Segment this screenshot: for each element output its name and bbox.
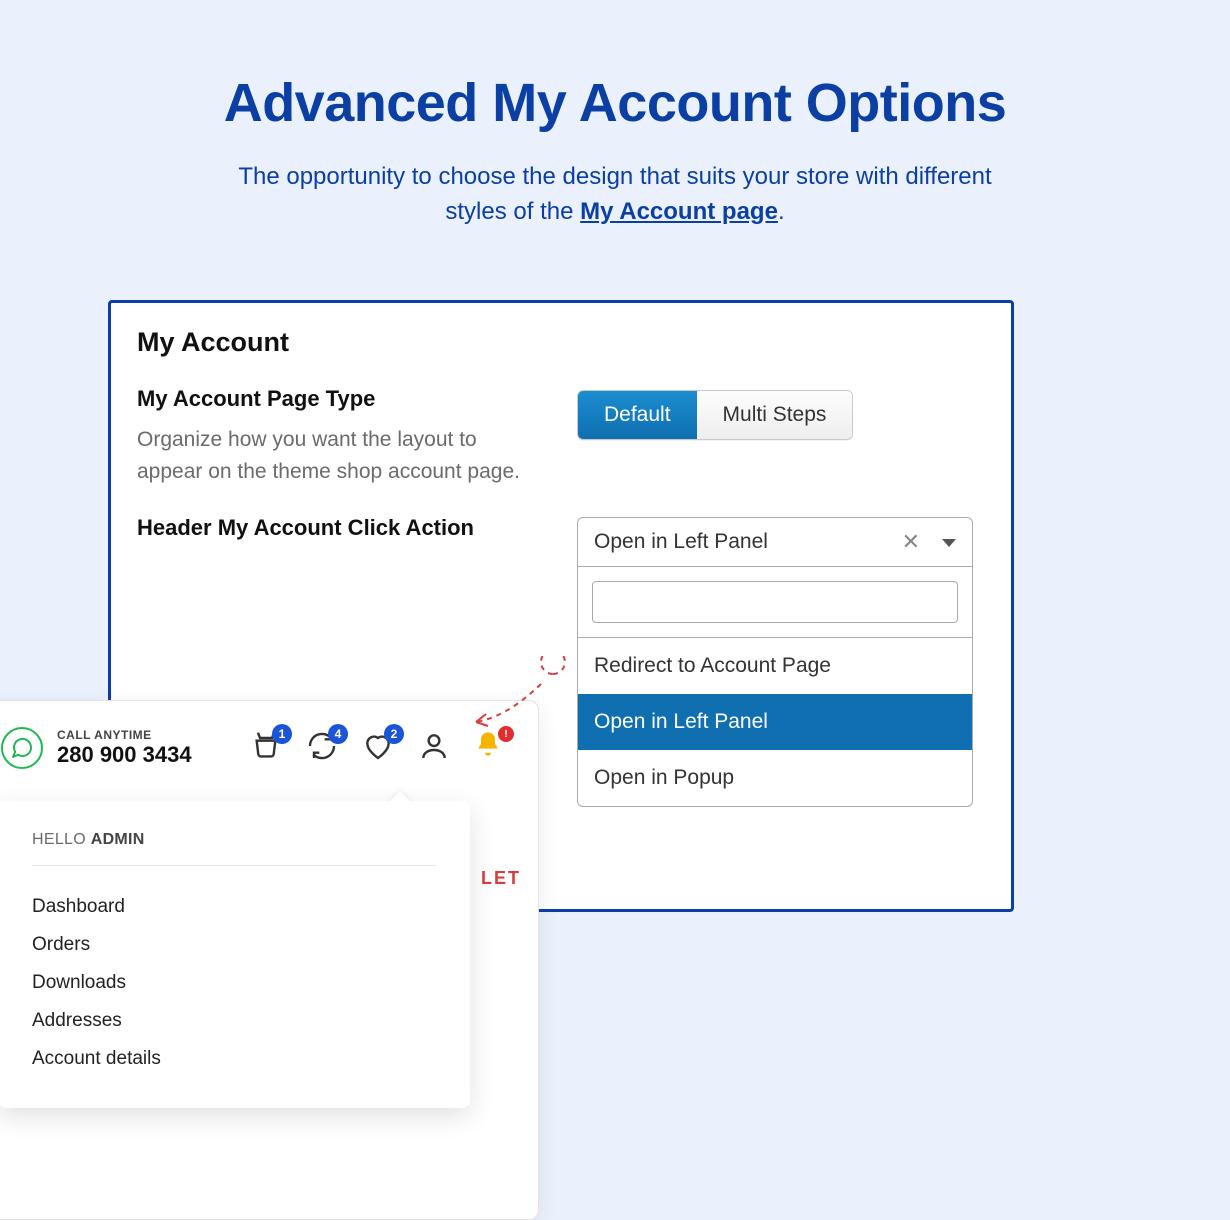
menu-dashboard[interactable]: Dashboard: [32, 888, 436, 926]
option-left-panel[interactable]: Open in Left Panel: [578, 694, 972, 750]
compare-icon[interactable]: 4: [306, 730, 342, 766]
notification-icon[interactable]: !: [474, 730, 510, 766]
option-popup[interactable]: Open in Popup: [578, 750, 972, 806]
clear-icon[interactable]: ✕: [902, 531, 920, 553]
section-heading-page-type: My Account Page Type: [137, 386, 577, 412]
call-label: CALL ANYTIME: [57, 728, 192, 742]
select-search-input[interactable]: [592, 581, 958, 623]
greeting: HELLO ADMIN: [32, 831, 436, 849]
page-subtitle: The opportunity to choose the design tha…: [205, 160, 1025, 230]
chevron-down-icon[interactable]: [942, 539, 956, 547]
menu-orders[interactable]: Orders: [32, 926, 436, 964]
my-account-link[interactable]: My Account page: [580, 198, 778, 225]
section-heading-click-action: Header My Account Click Action: [137, 515, 577, 541]
phone-number[interactable]: 280 900 3434: [57, 742, 192, 768]
click-action-select: Open in Left Panel ✕ Redirect to Account…: [577, 517, 973, 807]
menu-addresses[interactable]: Addresses: [32, 1002, 436, 1040]
option-redirect[interactable]: Redirect to Account Page: [578, 638, 972, 694]
settings-title: My Account: [137, 327, 985, 358]
select-header[interactable]: Open in Left Panel ✕: [577, 517, 973, 567]
menu-downloads[interactable]: Downloads: [32, 964, 436, 1002]
wishlist-badge: 2: [384, 724, 404, 744]
section-desc-page-type: Organize how you want the layout to appe…: [137, 424, 537, 487]
whatsapp-icon[interactable]: [1, 727, 43, 769]
stray-text: LET: [481, 868, 521, 889]
account-popover: HELLO ADMIN Dashboard Orders Downloads A…: [0, 801, 470, 1108]
menu-account-details[interactable]: Account details: [32, 1040, 436, 1078]
wishlist-icon[interactable]: 2: [362, 730, 398, 766]
account-menu: Dashboard Orders Downloads Addresses Acc…: [32, 888, 436, 1078]
account-icon[interactable]: [418, 730, 454, 766]
page-type-toggle: Default Multi Steps: [577, 390, 853, 440]
notification-badge: !: [498, 726, 514, 742]
divider: [32, 865, 436, 866]
page-title: Advanced My Account Options: [0, 72, 1230, 134]
compare-badge: 4: [328, 724, 348, 744]
cart-icon[interactable]: 1: [250, 730, 286, 766]
select-current: Open in Left Panel: [594, 530, 768, 554]
toggle-default[interactable]: Default: [578, 391, 697, 439]
select-search-wrap: [577, 567, 973, 638]
toggle-multi-steps[interactable]: Multi Steps: [697, 391, 853, 439]
cart-badge: 1: [272, 724, 292, 744]
shop-header-preview: CALL ANYTIME 280 900 3434 1 4 2 !: [0, 700, 539, 1220]
